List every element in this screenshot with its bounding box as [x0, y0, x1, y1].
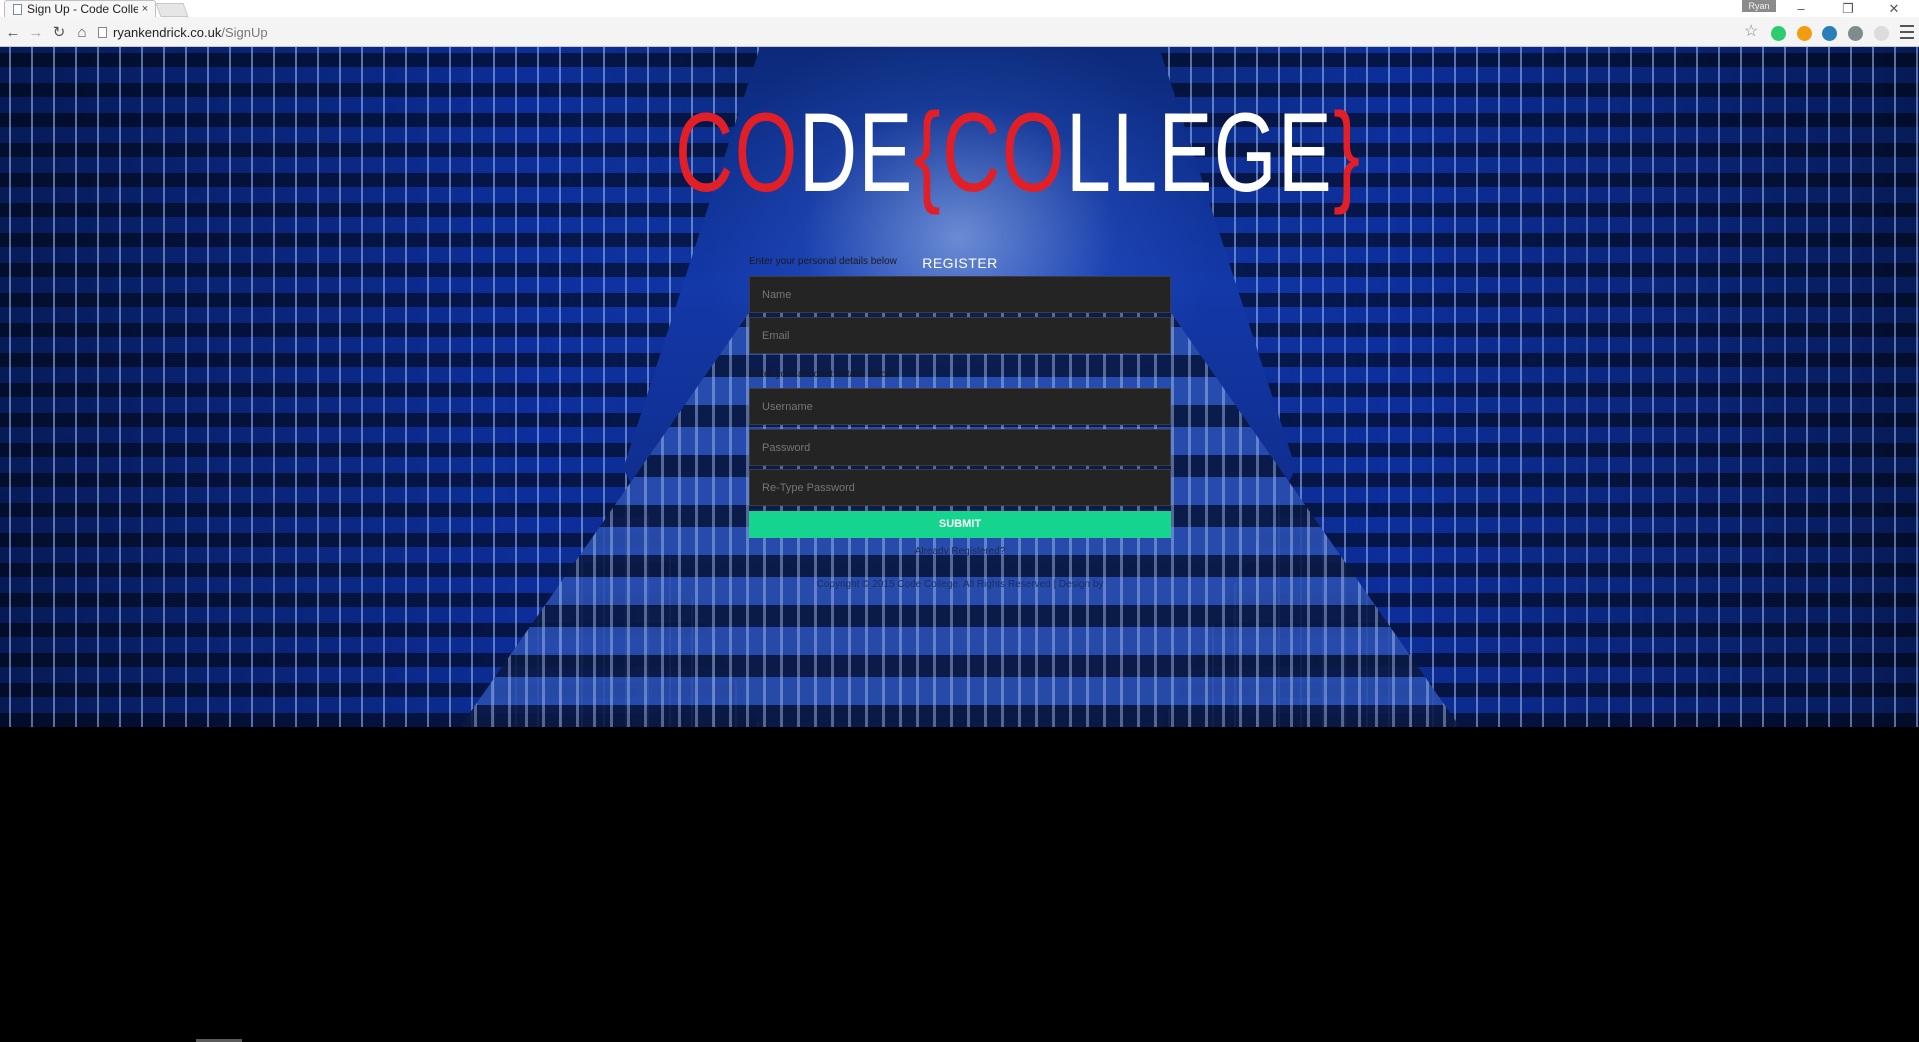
page-viewport: CODE{COLLEGE} REGISTER Enter your person…	[0, 47, 1919, 727]
forward-arrow-icon[interactable]: →	[26, 22, 46, 42]
new-tab-button[interactable]	[155, 3, 189, 17]
extension-m-icon[interactable]	[1848, 26, 1863, 41]
extension-circle-icon[interactable]	[1874, 26, 1889, 41]
extension-bug-icon[interactable]	[1822, 26, 1837, 41]
tab-title: Sign Up - Code Colle	[27, 2, 138, 16]
email-input[interactable]	[749, 317, 1171, 354]
tab-strip: Sign Up - Code Colle × Ryan – ❐ ✕	[0, 0, 1919, 17]
profile-badge[interactable]: Ryan	[1742, 0, 1776, 12]
close-window-button[interactable]: ✕	[1876, 0, 1912, 17]
name-input[interactable]	[749, 276, 1171, 313]
browser-menu-icon[interactable]	[1900, 25, 1914, 39]
page-favicon-icon	[13, 3, 22, 15]
submit-button[interactable]: SUBMIT	[749, 511, 1171, 538]
already-registered-link[interactable]: Already Registered?	[860, 546, 1060, 557]
tab-close-icon[interactable]: ×	[138, 3, 152, 15]
account-details-note: Enter your account details below	[749, 369, 894, 380]
username-input[interactable]	[749, 388, 1171, 425]
minimize-button[interactable]: –	[1783, 0, 1819, 17]
url-host: ryankendrick.co.uk	[113, 24, 222, 40]
code-college-logo: CODE{COLLEGE}	[675, 90, 1362, 215]
browser-toolbar: ← → ↻ ⌂ ryankendrick.co.uk /SignUp ☆	[0, 17, 1919, 47]
home-icon[interactable]: ⌂	[72, 22, 92, 42]
reload-icon[interactable]: ↻	[49, 22, 69, 42]
address-bar[interactable]: ryankendrick.co.uk /SignUp	[98, 22, 1768, 42]
extension-cookie-icon[interactable]	[1797, 26, 1812, 41]
password-input[interactable]	[749, 429, 1171, 466]
page-icon	[98, 26, 107, 38]
bookmark-star-icon[interactable]: ☆	[1744, 24, 1758, 40]
browser-tab[interactable]: Sign Up - Code Colle ×	[4, 0, 156, 17]
back-arrow-icon[interactable]: ←	[3, 22, 23, 42]
extension-green-icon[interactable]	[1771, 26, 1786, 41]
personal-details-note: Enter your personal details below	[749, 256, 897, 267]
restore-button[interactable]: ❐	[1830, 0, 1866, 17]
copyright-footer: Copyright © 2015 Code College. All Right…	[816, 579, 1104, 590]
url-path: /SignUp	[221, 24, 268, 40]
retype-password-input[interactable]	[749, 469, 1171, 506]
